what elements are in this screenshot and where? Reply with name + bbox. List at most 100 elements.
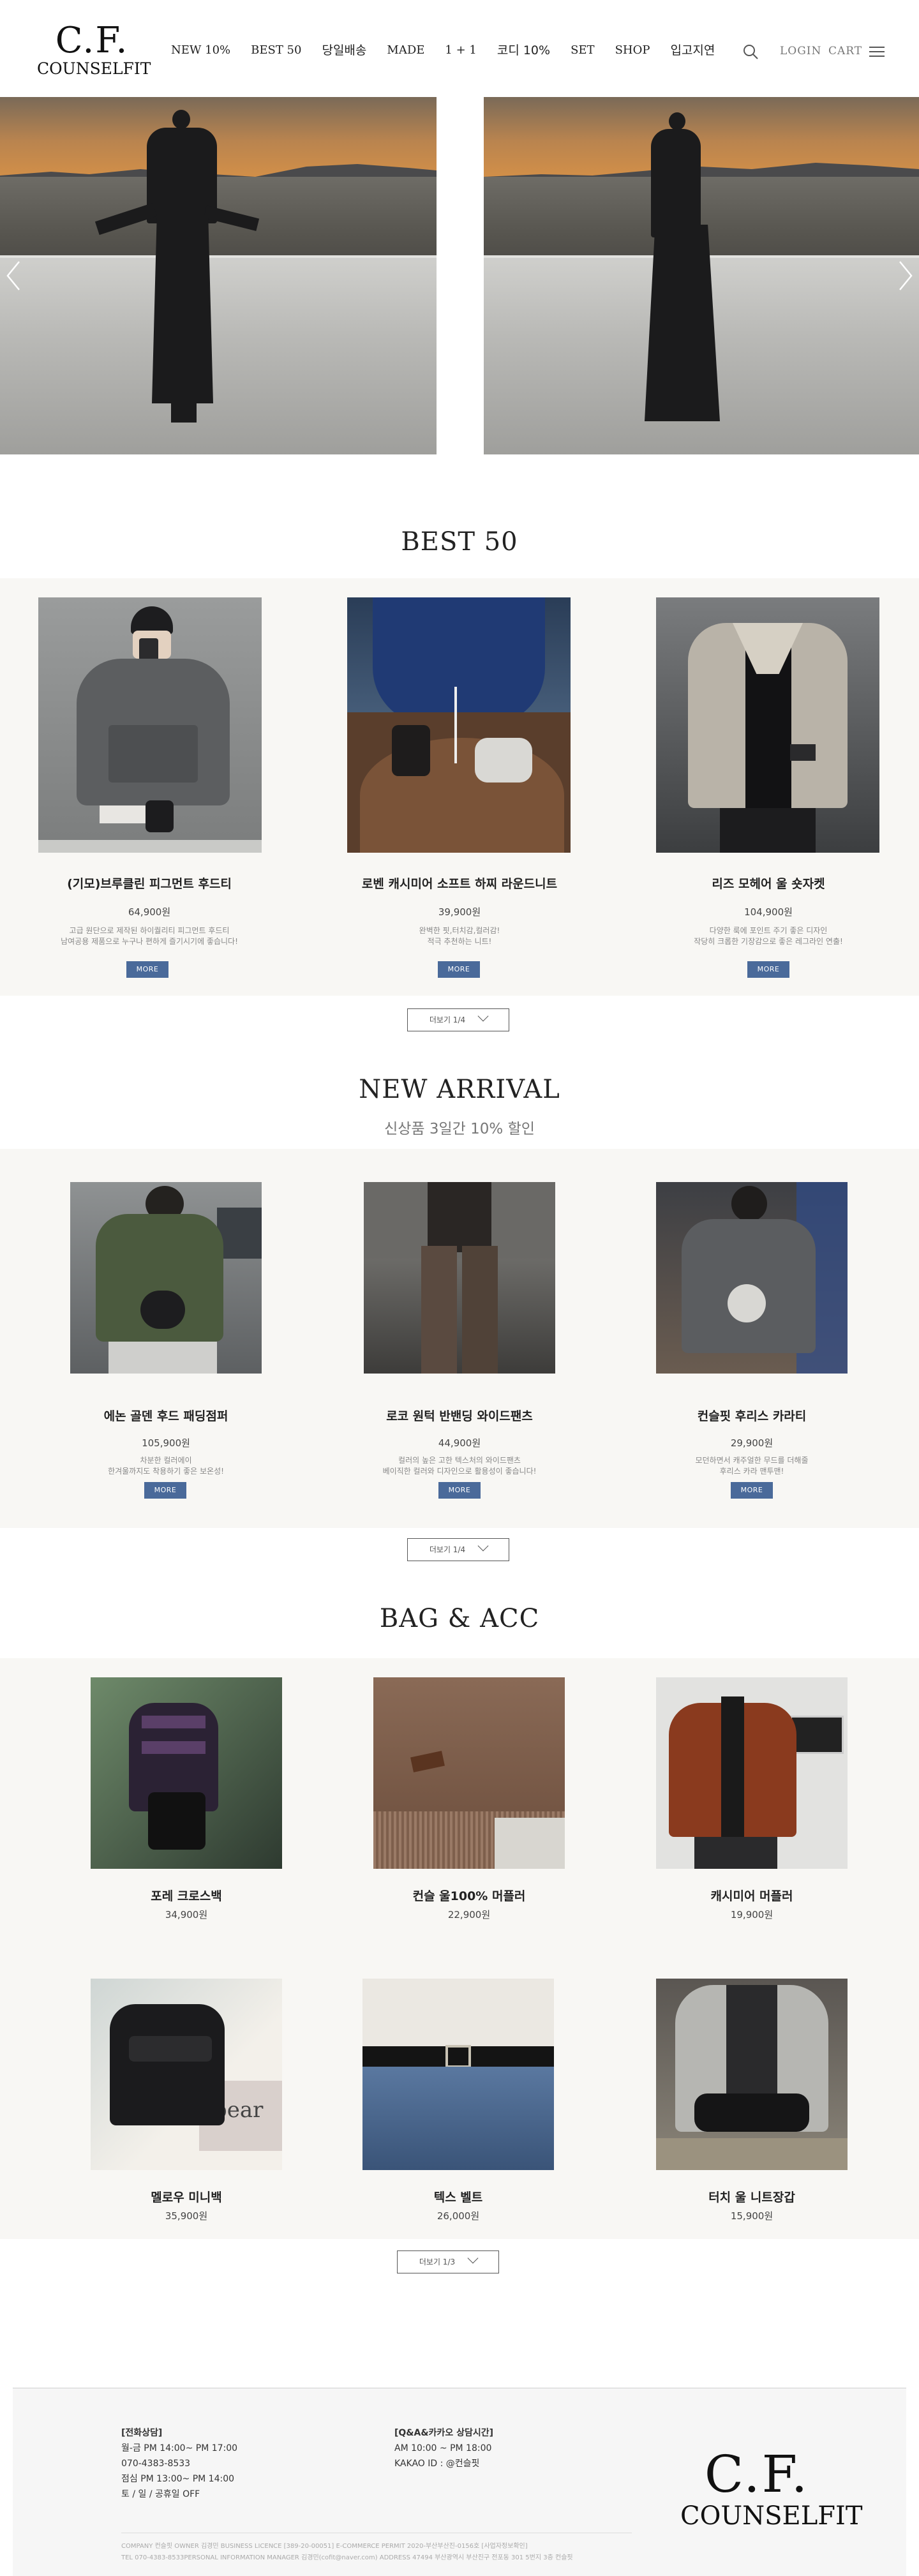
product-price: 64,900원 [128,906,171,918]
bag-acc-title: BAG & ACC [379,1604,540,1633]
product-image[interactable] [362,1979,554,2170]
logo-main-text: C.F. [55,20,129,61]
product-image[interactable] [656,1979,848,2170]
product-price: 105,900원 [142,1437,190,1449]
more-button[interactable]: MORE [144,1482,186,1499]
more-button[interactable]: MORE [126,961,168,978]
product-desc-line2: 한겨울까지도 착용하기 좋은 보온성! [108,1467,224,1476]
product-name[interactable]: 터치 울 니트장갑 [656,2188,848,2205]
product-name[interactable]: 로코 원턱 반밴딩 와이드팬츠 [351,1407,568,1424]
product-image[interactable] [656,1182,848,1374]
product-price: 26,000원 [437,2210,480,2222]
product-name[interactable]: (기모)브루클린 피그먼트 후드티 [37,874,262,892]
search-icon[interactable] [742,43,759,60]
product-price: 39,900원 [438,906,481,918]
hero-slider [0,97,919,454]
product-desc-line2: 남여공용 제품으로 누구나 편하게 즐기시기에 좋습니다! [61,937,238,946]
product-name[interactable]: 에논 골덴 후드 패딩점퍼 [57,1407,274,1424]
cart-link[interactable]: CART [828,45,862,57]
product-name[interactable]: 리즈 모헤어 울 숏자켓 [656,874,881,892]
product-image[interactable] [373,1677,565,1869]
product-image[interactable]: bear [91,1979,282,2170]
product-image[interactable] [364,1182,555,1374]
nav-item-same-day[interactable]: 당일배송 [322,41,366,60]
nav-item-shop[interactable]: SHOP [615,41,650,60]
product-image[interactable] [347,597,571,853]
menu-icon[interactable] [869,47,885,58]
product-card[interactable]: 텍스 벨트 26,000원 [362,1979,554,2228]
phone-hours: 월-금 PM 14:00~ PM 17:00 [121,2443,238,2453]
product-card[interactable]: 에논 골덴 후드 패딩점퍼 105,900원 차분한 컬러에이 한겨울까지도 착… [57,1182,274,1504]
product-desc-line1: 완벽한 핏,터치감,컬러감! [419,926,500,935]
more-button[interactable]: MORE [747,961,789,978]
product-desc-line2: 후리스 카라 맨투맨! [719,1467,784,1476]
footer-logo[interactable]: C.F. COUNSELFIT [680,2447,863,2531]
product-image[interactable] [656,597,879,853]
phone-support-title: [전화상담] [121,2428,163,2438]
site-footer: [전화상담] 월-금 PM 14:00~ PM 17:00 070-4383-8… [13,2388,906,2576]
holiday-info: 토 / 일 / 공휴일 OFF [121,2489,200,2499]
product-card[interactable]: 리즈 모헤어 울 숏자켓 104,900원 다양한 룩에 포인트 주기 좋은 디… [656,597,881,980]
more-button[interactable]: MORE [438,1482,481,1499]
nav-item-one-plus-one[interactable]: 1 + 1 [445,41,476,60]
product-card[interactable]: bear 멜로우 미니백 35,900원 [91,1979,282,2228]
product-desc-line1: 모던하면서 캐주얼한 무드를 더해줄 [695,1456,809,1465]
product-price: 104,900원 [744,906,793,918]
more-button[interactable]: MORE [731,1482,773,1499]
product-card[interactable]: 컨슬핏 후리스 카라티 29,900원 모던하면서 캐주얼한 무드를 더해줄 후… [643,1182,860,1504]
product-name[interactable]: 텍스 벨트 [362,2188,554,2205]
product-price: 29,900원 [730,1437,773,1449]
product-image[interactable] [38,597,262,853]
nav-item-best[interactable]: BEST 50 [251,41,301,60]
product-desc-line2: 작당히 크롭한 기장감으로 좋은 레그라인 연출! [694,937,843,946]
product-card[interactable]: 로코 원턱 반밴딩 와이드팬츠 44,900원 컬러의 높은 고한 텍스처의 와… [351,1182,568,1504]
lunch-hours: 점심 PM 13:00~ PM 14:00 [121,2474,235,2484]
product-name[interactable]: 컨슬 울100% 머플러 [373,1887,565,1904]
brand-logo[interactable]: C.F. COUNSELFIT [37,20,151,78]
product-card[interactable]: 컨슬 울100% 머플러 22,900원 [373,1677,565,1926]
product-name[interactable]: 포레 크로스백 [91,1887,282,1904]
footer-logo-sub: COUNSELFIT [680,2501,863,2531]
product-card[interactable]: (기모)브루클린 피그먼트 후드티 64,900원 고급 원단으로 제작된 하이… [37,597,262,980]
phone-support-info: [전화상담] 월-금 PM 14:00~ PM 17:00 070-4383-8… [121,2425,237,2502]
nav-item-made[interactable]: MADE [387,41,424,60]
nav-item-set[interactable]: SET [571,41,594,60]
hero-image-left [0,97,437,454]
product-price: 15,900원 [730,2210,773,2222]
best-more-bar[interactable]: 더보기 1/4 [407,1008,509,1031]
logo-sub-text: COUNSELFIT [37,59,151,78]
product-name[interactable]: 멜로우 미니백 [91,2188,282,2205]
nav-item-codi[interactable]: 코디 10% [497,41,550,60]
kakao-hours: AM 10:00 ~ PM 18:00 [394,2443,492,2453]
product-price: 19,900원 [730,1909,773,1921]
product-name[interactable]: 컨슬핏 후리스 카라티 [643,1407,860,1424]
kakao-id[interactable]: KAKAO ID : @컨슬핏 [394,2456,493,2471]
product-card[interactable]: 터치 울 니트장갑 15,900원 [656,1979,848,2228]
login-link[interactable]: LOGIN [780,45,821,57]
nav-item-new[interactable]: NEW 10% [171,41,230,60]
product-card[interactable]: 캐시미어 머플러 19,900원 [656,1677,848,1926]
product-desc-line1: 컬러의 높은 고한 텍스처의 와이드팬츠 [398,1456,521,1465]
hero-image-right [484,97,919,454]
product-image[interactable] [91,1677,282,1869]
product-name[interactable]: 로벤 캐시미어 소프트 하찌 라운드니트 [347,874,572,892]
product-desc-line1: 고급 원단으로 제작된 하이퀄리티 피그먼트 후드티 [69,926,230,935]
best-section-title: BEST 50 [401,527,518,557]
more-button[interactable]: MORE [438,961,480,978]
company-info: COMPANY 컨슬핏 OWNER 김경민 BUSINESS LICENCE [… [121,2543,528,2550]
site-header: C.F. COUNSELFIT NEW 10% BEST 50 당일배송 MAD… [0,0,919,97]
prev-slide-icon[interactable] [4,257,23,295]
product-image[interactable] [656,1677,848,1869]
phone-number[interactable]: 070-4383-8533 [121,2456,237,2471]
bag-acc-more-bar[interactable]: 더보기 1/3 [397,2250,499,2273]
more-bar-label: 더보기 1/3 [419,2258,456,2266]
product-image[interactable] [70,1182,262,1374]
new-arrival-more-bar[interactable]: 더보기 1/4 [407,1538,509,1561]
product-card[interactable]: 로벤 캐시미어 소프트 하찌 라운드니트 39,900원 완벽한 핏,터치감,컬… [347,597,572,980]
nav-item-delayed[interactable]: 입고지연 [670,41,715,60]
product-price: 35,900원 [165,2210,208,2222]
product-card[interactable]: 포레 크로스백 34,900원 [91,1677,282,1926]
product-name[interactable]: 캐시미어 머플러 [656,1887,848,1904]
product-desc-line2: 적극 추천하는 니트! [427,937,492,946]
next-slide-icon[interactable] [896,257,915,295]
